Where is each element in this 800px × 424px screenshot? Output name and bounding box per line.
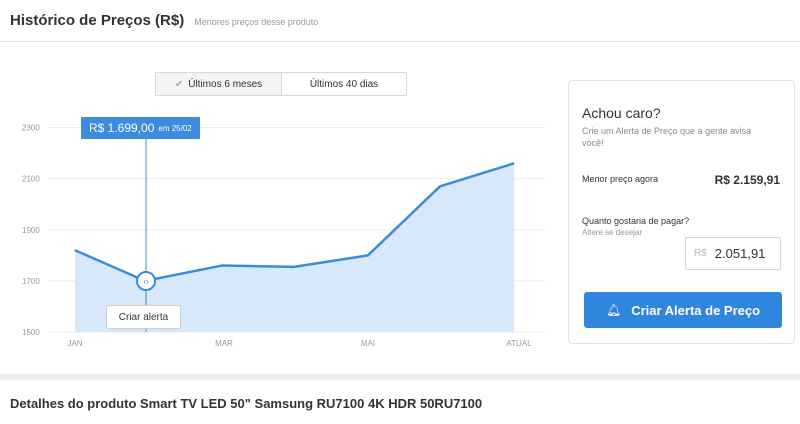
- x-tick-label: MAR: [215, 339, 233, 348]
- panel-heading: Achou caro?: [582, 105, 661, 121]
- drag-handle-icon[interactable]: ‹›: [136, 271, 156, 291]
- y-tick-label: 2100: [22, 175, 40, 184]
- data-point: [439, 185, 441, 187]
- create-price-alert-button[interactable]: 🔔︎ Criar Alerta de Preço: [584, 292, 782, 328]
- y-tick-label: 1700: [22, 277, 40, 286]
- desired-price-label: Quanto gostaria de pagar?: [582, 216, 690, 226]
- currency-prefix: R$: [694, 248, 707, 259]
- x-tick-label: MAI: [361, 339, 375, 348]
- y-tick-label: 2300: [22, 124, 40, 133]
- tooltip-price: R$ 1.699,00: [89, 121, 155, 135]
- create-alert-chart-button[interactable]: Criar alerta: [106, 305, 181, 329]
- desired-price-hint: Altere se desejar: [582, 228, 643, 237]
- section-divider: [0, 374, 800, 380]
- data-point: [293, 266, 295, 268]
- create-price-alert-label: Criar Alerta de Preço: [631, 302, 761, 318]
- y-tick-label: 1900: [22, 226, 40, 235]
- desired-price-input[interactable]: R$ 2.051,91: [685, 237, 781, 270]
- current-price-label: Menor preço agora: [582, 174, 659, 184]
- x-tick-label: ATUAL: [506, 339, 532, 348]
- x-tick-label: JAN: [67, 339, 82, 348]
- data-point: [221, 265, 223, 267]
- data-point: [367, 254, 369, 256]
- tooltip-date: em 25/02: [158, 123, 192, 133]
- current-price-value: R$ 2.159,91: [714, 173, 780, 187]
- price-alert-panel: Achou caro? Crie um Alerta de Preço que …: [568, 80, 795, 344]
- price-history-chart: 1500 1700 1900 2100 2300 JAN MAR MAI ATUAL: [22, 124, 545, 348]
- data-point: [74, 249, 76, 251]
- desired-price-value[interactable]: 2.051,91: [715, 246, 766, 261]
- product-details-title: Detalhes do produto Smart TV LED 50" Sam…: [10, 396, 483, 411]
- bell-icon: 🔔︎: [605, 303, 622, 317]
- y-tick-label: 1500: [22, 328, 40, 337]
- panel-description: Crie um Alerta de Preço que a gente avis…: [582, 126, 752, 148]
- data-point: [513, 162, 515, 164]
- price-tooltip: R$ 1.699,00 em 25/02: [81, 117, 200, 139]
